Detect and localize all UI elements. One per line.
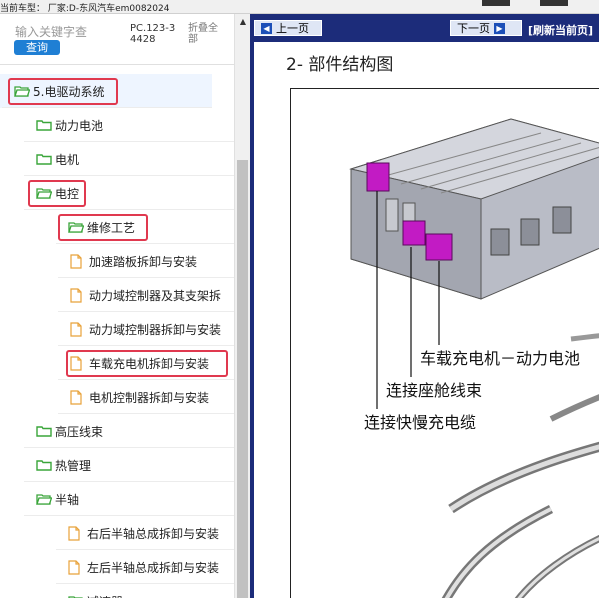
document-viewer: ◀ 上一页 下一页 ▶ [刷新当前页] 2- 部件结构图 车载充电机－动力电池 … bbox=[250, 14, 599, 598]
annotation-highlight-box bbox=[28, 180, 86, 207]
tree-item-label: 减速器 bbox=[87, 593, 123, 598]
component-diagram: 车载充电机－动力电池 连接座舱线束 连接快慢充电缆 bbox=[290, 88, 599, 598]
annotation-highlight-box bbox=[8, 78, 118, 105]
tree-item-label: 动力域控制器及其支架拆 bbox=[89, 288, 222, 303]
tree-item-label: 热管理 bbox=[55, 458, 92, 473]
callout-charging-cable: 连接快慢充电缆 bbox=[363, 409, 478, 433]
search-input[interactable] bbox=[14, 24, 124, 40]
document-page: 2- 部件结构图 车载充电机－动力电池 连接座舱线束 连接快慢充电缆 bbox=[254, 42, 599, 598]
folder-icon bbox=[36, 119, 52, 131]
tree-item-label: 半轴 bbox=[55, 492, 80, 507]
tree-item-label: 动力电池 bbox=[55, 118, 104, 133]
toolbar-button-left[interactable] bbox=[482, 0, 510, 6]
charger-illustration bbox=[349, 118, 599, 598]
prev-page-label: 上一页 bbox=[276, 22, 309, 35]
pc-code: PC.123-34428 bbox=[130, 23, 176, 45]
document-icon bbox=[70, 389, 82, 405]
document-icon bbox=[68, 559, 80, 575]
tree-doc-item[interactable]: 电机控制器拆卸与安装 bbox=[0, 380, 234, 414]
document-icon bbox=[70, 287, 82, 303]
tree-doc-item[interactable]: 左后半轴总成拆卸与安装 bbox=[0, 550, 234, 584]
toolbar-button-right[interactable] bbox=[540, 0, 568, 6]
vehicle-info: 当前车型： 厂家:D-东风汽车em0082024 bbox=[0, 4, 170, 14]
catalog-panel: 查询 PC.123-34428 折叠全部 5.电驱动系统动力电池电机电控维修工艺… bbox=[0, 14, 250, 598]
folder-icon bbox=[36, 425, 52, 437]
next-page-label: 下一页 bbox=[457, 22, 490, 35]
tree-folder-item[interactable]: 动力电池 bbox=[0, 108, 234, 142]
document-icon bbox=[68, 525, 80, 541]
tree-item-label: 右后半轴总成拆卸与安装 bbox=[87, 526, 220, 541]
folder-icon bbox=[36, 153, 52, 165]
scroll-thumb[interactable] bbox=[237, 160, 248, 598]
tree-folder-item[interactable]: 电机 bbox=[0, 142, 234, 176]
tree-scrollbar[interactable]: ▲ bbox=[234, 14, 250, 598]
top-status-bar: 当前车型： 厂家:D-东风汽车em0082024 bbox=[0, 0, 599, 14]
page-nav-bar: ◀ 上一页 下一页 ▶ [刷新当前页] bbox=[250, 14, 599, 42]
section-title: 2- 部件结构图 bbox=[286, 55, 394, 75]
tree-doc-item[interactable]: 加速踏板拆卸与安装 bbox=[0, 244, 234, 278]
document-icon bbox=[70, 321, 82, 337]
tree-item-label: 高压线束 bbox=[55, 424, 104, 439]
arrow-left-icon: ◀ bbox=[261, 22, 272, 34]
tree-doc-item[interactable]: 右后半轴总成拆卸与安装 bbox=[0, 516, 234, 550]
refresh-page-link[interactable]: [刷新当前页] bbox=[528, 22, 593, 38]
annotation-highlight-box bbox=[66, 350, 228, 377]
collapse-all-button[interactable]: 折叠全部 bbox=[188, 23, 224, 45]
tree-folder-item[interactable]: 减速器 bbox=[0, 584, 234, 598]
tree-item-label: 加速踏板拆卸与安装 bbox=[89, 254, 198, 269]
document-icon bbox=[70, 253, 82, 269]
callout-charger-battery: 车载充电机－动力电池 bbox=[419, 345, 582, 369]
arrow-right-icon: ▶ bbox=[494, 22, 505, 34]
tree-folder-item[interactable]: 半轴 bbox=[0, 482, 234, 516]
folder-open-icon bbox=[36, 493, 52, 505]
app-window: 当前车型： 厂家:D-东风汽车em0082024 查询 PC.123-34428… bbox=[0, 0, 599, 598]
scroll-up-arrow-icon[interactable]: ▲ bbox=[235, 14, 251, 30]
callout-cabin-harness: 连接座舱线束 bbox=[385, 377, 484, 401]
divider bbox=[0, 64, 234, 65]
tree-doc-item[interactable]: 动力域控制器拆卸与安装 bbox=[0, 312, 234, 346]
search-area: 查询 PC.123-34428 折叠全部 bbox=[0, 14, 234, 64]
prev-page-button[interactable]: ◀ 上一页 bbox=[254, 20, 322, 36]
tree-item-label: 动力域控制器拆卸与安装 bbox=[89, 322, 222, 337]
tree-doc-item[interactable]: 动力域控制器及其支架拆 bbox=[0, 278, 234, 312]
tree-folder-item[interactable]: 高压线束 bbox=[0, 414, 234, 448]
folder-icon bbox=[36, 459, 52, 471]
query-button[interactable]: 查询 bbox=[14, 40, 60, 55]
tree-item-label: 电机 bbox=[55, 152, 80, 167]
tree-folder-item[interactable]: 热管理 bbox=[0, 448, 234, 482]
tree-item-label: 左后半轴总成拆卸与安装 bbox=[87, 560, 220, 575]
tree-item-label: 电机控制器拆卸与安装 bbox=[89, 390, 210, 405]
next-page-button[interactable]: 下一页 ▶ bbox=[450, 20, 522, 36]
annotation-highlight-box bbox=[58, 214, 148, 241]
